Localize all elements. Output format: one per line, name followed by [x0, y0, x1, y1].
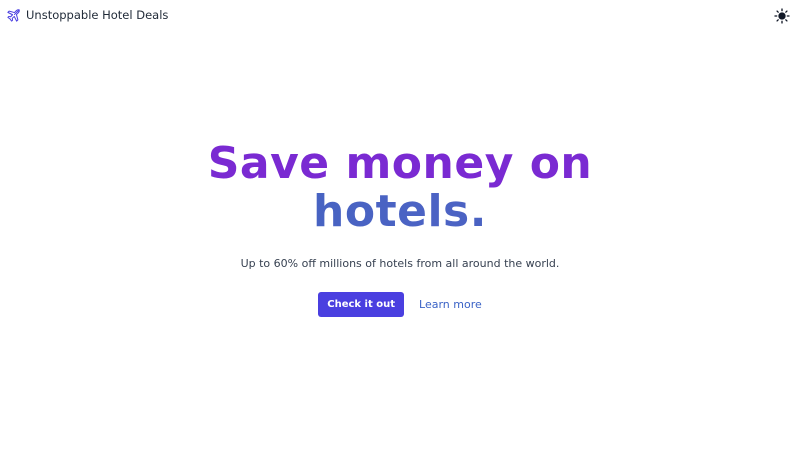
- learn-more-link[interactable]: Learn more: [419, 298, 482, 311]
- theme-toggle-button[interactable]: [774, 8, 790, 24]
- check-it-out-button[interactable]: Check it out: [318, 292, 405, 317]
- page: Unstoppable Hotel Deals Save money on ho…: [0, 0, 800, 450]
- brand-name: Unstoppable Hotel Deals: [26, 8, 169, 22]
- brand-link[interactable]: Unstoppable Hotel Deals: [6, 7, 168, 23]
- hero-headline: Save money on hotels.: [0, 140, 800, 236]
- sun-icon: [774, 8, 790, 24]
- headline-line-1: Save money on: [207, 138, 593, 189]
- hero-actions: Check it out Learn more: [0, 292, 800, 317]
- airplane-icon: [6, 8, 21, 23]
- hero-subtitle: Up to 60% off millions of hotels from al…: [240, 257, 560, 270]
- hero-section: Save money on hotels. Up to 60% off mill…: [0, 140, 800, 317]
- headline-line-2: hotels.: [0, 188, 800, 236]
